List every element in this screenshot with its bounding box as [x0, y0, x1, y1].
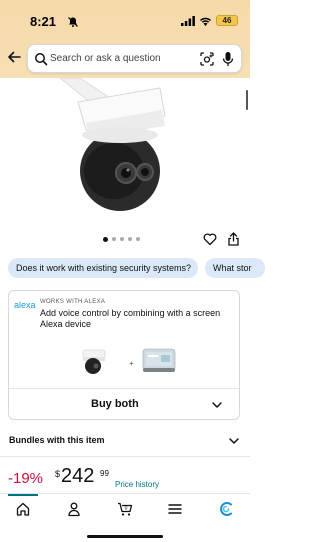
- status-time: 8:21: [30, 14, 57, 29]
- price-currency: $: [55, 469, 61, 479]
- home-indicator: [87, 535, 163, 538]
- bundle-plus-sign: +: [129, 359, 134, 368]
- carousel-dot-active[interactable]: [103, 236, 108, 242]
- question-chip[interactable]: What stor: [205, 258, 265, 278]
- card-divider: [9, 388, 239, 389]
- rufus-icon[interactable]: [218, 501, 234, 517]
- bundles-header[interactable]: Bundles with this item: [9, 435, 105, 445]
- search-icon: [35, 53, 48, 66]
- back-arrow-icon[interactable]: [6, 49, 22, 65]
- active-tab-indicator: [8, 494, 38, 496]
- chevron-down-icon[interactable]: [211, 399, 223, 411]
- share-icon[interactable]: [227, 232, 240, 246]
- section-divider: [0, 456, 250, 457]
- carousel-dot[interactable]: [136, 237, 140, 241]
- home-icon[interactable]: [15, 501, 31, 517]
- discount-percent: -19%: [8, 470, 44, 487]
- floodlight-camera-thumbnail: [82, 349, 106, 374]
- cart-icon[interactable]: 0: [117, 501, 133, 517]
- echo-show-thumbnail: [142, 348, 176, 372]
- security-camera-image: [0, 78, 250, 228]
- bell-slash-icon: [68, 17, 78, 27]
- search-input[interactable]: Search or ask a question: [27, 44, 242, 73]
- carousel-dot[interactable]: [112, 237, 116, 241]
- search-placeholder: Search or ask a question: [50, 53, 161, 64]
- menu-icon[interactable]: [167, 501, 183, 517]
- heart-icon[interactable]: [203, 232, 217, 246]
- carousel-dot[interactable]: [128, 237, 132, 241]
- camera-lens-icon[interactable]: [199, 51, 215, 67]
- price-fraction: 99: [100, 469, 109, 478]
- scroll-indicator: [246, 90, 248, 110]
- price-whole: 242: [61, 465, 95, 487]
- bundle-images: +: [82, 348, 176, 374]
- product-image[interactable]: [0, 78, 250, 228]
- chevron-down-icon[interactable]: [228, 435, 240, 447]
- signal-icon: [181, 15, 195, 26]
- question-chip[interactable]: Does it work with existing security syst…: [8, 258, 198, 278]
- price-history-link[interactable]: Price history: [115, 480, 159, 489]
- microphone-icon[interactable]: [222, 51, 234, 67]
- account-icon[interactable]: [66, 501, 82, 517]
- alexa-tag: WORKS WITH ALEXA: [40, 299, 106, 305]
- svg-text:0: 0: [125, 505, 128, 511]
- app-header: 8:21 46 Search or ask a question: [0, 0, 250, 78]
- status-icons: 46: [181, 15, 238, 26]
- status-bar: 8:21 46: [0, 0, 250, 40]
- alexa-description: Add voice control by combining with a sc…: [40, 308, 221, 329]
- alexa-logo: alexa: [14, 300, 36, 310]
- carousel-dots[interactable]: [103, 236, 140, 242]
- buy-both-button[interactable]: Buy both: [91, 398, 139, 410]
- alexa-card: alexa WORKS WITH ALEXA Add voice control…: [8, 290, 240, 420]
- battery-icon: 46: [216, 15, 238, 26]
- wifi-icon: [200, 17, 211, 26]
- carousel-dot[interactable]: [120, 237, 124, 241]
